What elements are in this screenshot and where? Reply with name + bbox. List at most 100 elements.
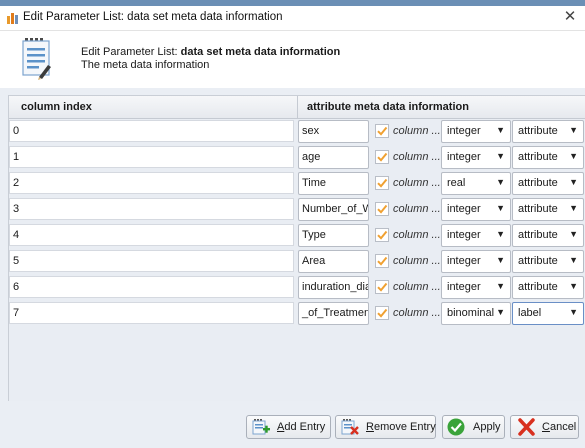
chevron-down-icon: ▼ bbox=[569, 229, 578, 239]
header-title: Edit Parameter List: data set meta data … bbox=[81, 46, 340, 58]
table-row: 4 Type column ... integer ▼ attribute ▼ bbox=[9, 223, 585, 249]
chevron-down-icon: ▼ bbox=[496, 255, 505, 265]
value-type-dropdown[interactable]: integer ▼ bbox=[441, 250, 511, 273]
column-index-cell[interactable]: 3 bbox=[9, 198, 294, 220]
value-type-dropdown[interactable]: integer ▼ bbox=[441, 120, 511, 143]
column-index-cell[interactable]: 2 bbox=[9, 172, 294, 194]
table-row: 2 Time column ... real ▼ attribute ▼ bbox=[9, 171, 585, 197]
attribute-role-dropdown[interactable]: attribute ▼ bbox=[512, 172, 584, 195]
header-description: The meta data information bbox=[81, 59, 210, 71]
attribute-role-value: attribute bbox=[518, 203, 558, 215]
value-type-dropdown[interactable]: integer ▼ bbox=[441, 224, 511, 247]
chevron-down-icon: ▼ bbox=[496, 307, 505, 317]
column-selected-label: column ... bbox=[393, 281, 441, 293]
value-type-dropdown[interactable]: integer ▼ bbox=[441, 146, 511, 169]
value-type-value: integer bbox=[447, 151, 481, 163]
chevron-down-icon: ▼ bbox=[496, 177, 505, 187]
dialog-header: Edit Parameter List: data set meta data … bbox=[0, 31, 585, 88]
chevron-down-icon: ▼ bbox=[496, 229, 505, 239]
content-panel: column index attribute meta data informa… bbox=[0, 88, 585, 448]
remove-entry-label: Remove Entry bbox=[366, 421, 436, 433]
attribute-role-value: label bbox=[518, 307, 542, 319]
column-index-cell[interactable]: 5 bbox=[9, 250, 294, 272]
column-index-cell[interactable]: 7 bbox=[9, 302, 294, 324]
checkbox-icon[interactable] bbox=[375, 228, 389, 242]
table-row: 0 sex column ... integer ▼ attribute ▼ bbox=[9, 119, 585, 145]
attribute-role-dropdown[interactable]: attribute ▼ bbox=[512, 250, 584, 273]
column-index-cell[interactable]: 6 bbox=[9, 276, 294, 298]
chevron-down-icon: ▼ bbox=[569, 177, 578, 187]
value-type-dropdown[interactable]: real ▼ bbox=[441, 172, 511, 195]
column-index-cell[interactable]: 1 bbox=[9, 146, 294, 168]
attribute-role-dropdown[interactable]: attribute ▼ bbox=[512, 276, 584, 299]
checkbox-icon[interactable] bbox=[375, 150, 389, 164]
attribute-name-field[interactable]: _of_Treatment bbox=[298, 302, 369, 325]
checkmark-icon bbox=[447, 418, 465, 436]
table-row: 1 age column ... integer ▼ attribute ▼ bbox=[9, 145, 585, 171]
attribute-role-dropdown[interactable]: attribute ▼ bbox=[512, 224, 584, 247]
checkbox-icon[interactable] bbox=[375, 254, 389, 268]
attribute-role-value: attribute bbox=[518, 229, 558, 241]
attribute-role-value: attribute bbox=[518, 255, 558, 267]
document-list-icon bbox=[22, 38, 51, 80]
header-prefix: Edit Parameter List: bbox=[81, 46, 181, 58]
value-type-value: integer bbox=[447, 281, 481, 293]
attribute-role-dropdown[interactable]: attribute ▼ bbox=[512, 198, 584, 221]
apply-label: Apply bbox=[473, 421, 501, 433]
value-type-dropdown[interactable]: integer ▼ bbox=[441, 198, 511, 221]
chevron-down-icon: ▼ bbox=[496, 281, 505, 291]
attribute-name-field[interactable]: Number_of_W bbox=[298, 198, 369, 221]
chevron-down-icon: ▼ bbox=[569, 255, 578, 265]
value-type-dropdown[interactable]: integer ▼ bbox=[441, 276, 511, 299]
chevron-down-icon: ▼ bbox=[569, 281, 578, 291]
chevron-down-icon: ▼ bbox=[569, 203, 578, 213]
checkbox-icon[interactable] bbox=[375, 202, 389, 216]
add-entry-button[interactable]: Add Entry bbox=[246, 415, 331, 439]
remove-entry-button[interactable]: Remove Entry bbox=[335, 415, 436, 439]
chevron-down-icon: ▼ bbox=[496, 203, 505, 213]
attribute-name-field[interactable]: age bbox=[298, 146, 369, 169]
value-type-value: integer bbox=[447, 125, 481, 137]
column-selected-label: column ... bbox=[393, 229, 441, 241]
attribute-role-dropdown[interactable]: attribute ▼ bbox=[512, 120, 584, 143]
chevron-down-icon: ▼ bbox=[569, 307, 578, 317]
remove-entry-icon bbox=[341, 419, 359, 435]
checkbox-icon[interactable] bbox=[375, 280, 389, 294]
cancel-x-icon bbox=[518, 418, 535, 436]
attribute-name-field[interactable]: Time bbox=[298, 172, 369, 195]
column-header-meta[interactable]: attribute meta data information bbox=[307, 101, 469, 113]
checkbox-icon[interactable] bbox=[375, 306, 389, 320]
attribute-name-field[interactable]: induration_dia bbox=[298, 276, 369, 299]
checkbox-icon[interactable] bbox=[375, 176, 389, 190]
attribute-role-dropdown[interactable]: attribute ▼ bbox=[512, 146, 584, 169]
cancel-button[interactable]: Cancel bbox=[510, 415, 579, 439]
close-button[interactable]: ✕ bbox=[561, 7, 579, 27]
window-title: Edit Parameter List: data set meta data … bbox=[23, 11, 283, 23]
attribute-name-field[interactable]: sex bbox=[298, 120, 369, 143]
value-type-value: integer bbox=[447, 255, 481, 267]
value-type-value: real bbox=[447, 177, 466, 189]
attribute-role-value: attribute bbox=[518, 151, 558, 163]
attribute-role-value: attribute bbox=[518, 281, 558, 293]
add-entry-icon bbox=[252, 419, 270, 435]
attribute-name-field[interactable]: Area bbox=[298, 250, 369, 273]
value-type-value: binominal bbox=[447, 307, 495, 319]
apply-button[interactable]: Apply bbox=[442, 415, 505, 439]
column-selected-label: column ... bbox=[393, 203, 441, 215]
chevron-down-icon: ▼ bbox=[496, 151, 505, 161]
attribute-name-field[interactable]: Type bbox=[298, 224, 369, 247]
chevron-down-icon: ▼ bbox=[496, 125, 505, 135]
column-index-cell[interactable]: 0 bbox=[9, 120, 294, 142]
column-selected-label: column ... bbox=[393, 307, 441, 319]
table-row: 7 _of_Treatment column ... binominal ▼ label ▼ bbox=[9, 301, 585, 327]
attribute-role-dropdown[interactable]: label ▼ bbox=[512, 302, 584, 325]
attribute-role-value: attribute bbox=[518, 125, 558, 137]
rapidminer-icon bbox=[7, 13, 18, 24]
column-index-cell[interactable]: 4 bbox=[9, 224, 294, 246]
checkbox-icon[interactable] bbox=[375, 124, 389, 138]
column-header-index[interactable]: column index bbox=[21, 101, 92, 113]
value-type-dropdown[interactable]: binominal ▼ bbox=[441, 302, 511, 325]
table-row: 5 Area column ... integer ▼ attribute ▼ bbox=[9, 249, 585, 275]
table-row: 3 Number_of_W column ... integer ▼ attribute ▼ bbox=[9, 197, 585, 223]
parameter-table: column index attribute meta data informa… bbox=[8, 95, 585, 401]
